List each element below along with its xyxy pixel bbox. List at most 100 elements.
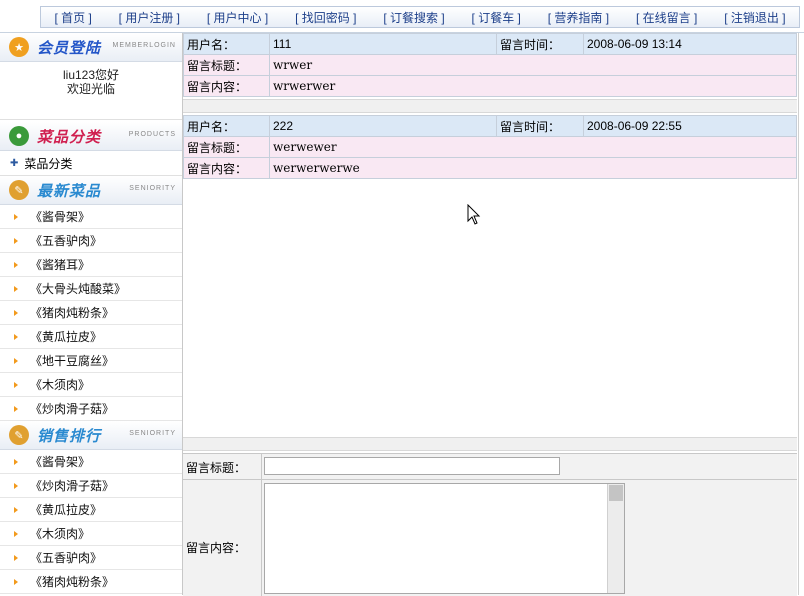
arrow-icon <box>14 261 18 268</box>
arrow-icon <box>14 554 18 561</box>
textarea-scrollbar[interactable] <box>607 484 624 593</box>
sales-header: ✎ 销售排行 SENIORITY <box>0 421 182 450</box>
sales-item-label: 《黄瓜拉皮》 <box>30 503 103 517</box>
pencil-icon: ✎ <box>9 425 29 445</box>
dish-icon: ● <box>9 126 29 146</box>
newest-item-label: 《黄瓜拉皮》 <box>30 330 103 344</box>
welcome-text: 欢迎光临 <box>66 82 115 96</box>
nav-user-center[interactable]: [ 用户中心 ] <box>207 9 268 26</box>
form-content-label: 留言内容： <box>186 541 247 555</box>
message-user: 222 <box>269 115 497 137</box>
message-title-input[interactable] <box>264 457 560 475</box>
message-content: werwerwerwe <box>269 157 797 179</box>
newest-item-label: 《木须肉》 <box>30 378 91 392</box>
username-label: 用户名： <box>183 115 270 137</box>
message-content-textarea[interactable] <box>264 483 625 594</box>
content-label: 留言内容： <box>183 157 270 179</box>
sales-item[interactable]: 《炒肉滑子菇》 <box>0 474 182 498</box>
newest-item-label: 《猪肉炖粉条》 <box>30 306 115 320</box>
content-label: 留言内容： <box>183 75 270 97</box>
message-form: 留言标题： 留言内容： <box>183 453 797 596</box>
sales-item-label: 《炒肉滑子菇》 <box>30 479 115 493</box>
newest-item[interactable]: 《五香驴肉》 <box>0 229 182 253</box>
nav-nutrition-guide[interactable]: [ 营养指南 ] <box>548 9 609 26</box>
nav-online-message[interactable]: [ 在线留言 ] <box>636 9 697 26</box>
newest-item-label: 《地干豆腐丝》 <box>30 354 115 368</box>
sales-item-label: 《猪肉炖粉条》 <box>30 575 115 589</box>
message-separator <box>183 99 797 113</box>
message-title: werwewer <box>269 136 797 158</box>
category-item-label: 菜品分类 <box>24 156 73 171</box>
newest-header: ✎ 最新菜品 SENIORITY <box>0 176 182 205</box>
newest-item[interactable]: 《酱猪耳》 <box>0 253 182 277</box>
top-nav-bar: [ 首页 ] [ 用户注册 ] [ 用户中心 ] [ 找回密码 ] [ 订餐搜索… <box>0 0 804 33</box>
welcome-box: liu123您好 欢迎光临 <box>0 62 182 120</box>
nav-home[interactable]: [ 首页 ] <box>54 9 91 26</box>
nav-order-search[interactable]: [ 订餐搜索 ] <box>383 9 444 26</box>
nav-register[interactable]: [ 用户注册 ] <box>119 9 180 26</box>
arrow-icon <box>14 578 18 585</box>
arrow-icon <box>14 309 18 316</box>
category-subtitle: PRODUCTS <box>128 131 176 138</box>
sales-item-label: 《木须肉》 <box>30 527 91 541</box>
sidebar: ★ 会员登陆 MEMBERLOGIN liu123您好 欢迎光临 ● 菜品分类 … <box>0 33 183 595</box>
newest-item-label: 《炒肉滑子菇》 <box>30 402 115 416</box>
form-title-label: 留言标题： <box>186 461 247 475</box>
top-nav: [ 首页 ] [ 用户注册 ] [ 用户中心 ] [ 找回密码 ] [ 订餐搜索… <box>40 6 800 28</box>
newest-item[interactable]: 《木须肉》 <box>0 373 182 397</box>
arrow-icon <box>14 405 18 412</box>
newest-item[interactable]: 《炒肉滑子菇》 <box>0 397 182 421</box>
arrow-icon <box>14 357 18 364</box>
time-label: 留言时间： <box>496 33 584 55</box>
newest-item-label: 《酱骨架》 <box>30 210 91 224</box>
member-login-title: 会员登陆 <box>37 39 102 57</box>
sales-item[interactable]: 《五香驴肉》 <box>0 546 182 570</box>
sales-item[interactable]: 《酱骨架》 <box>0 450 182 474</box>
newest-item[interactable]: 《黄瓜拉皮》 <box>0 325 182 349</box>
pencil-icon: ✎ <box>9 180 29 200</box>
category-title: 菜品分类 <box>37 128 102 146</box>
arrow-icon <box>14 458 18 465</box>
arrow-icon <box>14 381 18 388</box>
newest-title: 最新菜品 <box>37 182 102 200</box>
newest-item[interactable]: 《猪肉炖粉条》 <box>0 301 182 325</box>
newest-item[interactable]: 《大骨头炖酸菜》 <box>0 277 182 301</box>
sales-item-label: 《五香驴肉》 <box>30 551 103 565</box>
form-separator <box>183 437 797 451</box>
newest-item-label: 《五香驴肉》 <box>30 234 103 248</box>
arrow-icon <box>14 333 18 340</box>
welcome-user: liu123您好 <box>62 68 120 82</box>
message-time: 2008-06-09 22:55 <box>583 115 797 137</box>
scrollbar-thumb[interactable] <box>609 485 623 501</box>
message-time: 2008-06-09 13:14 <box>583 33 797 55</box>
arrow-icon <box>14 285 18 292</box>
title-label: 留言标题： <box>183 136 270 158</box>
arrow-icon <box>14 530 18 537</box>
category-header: ● 菜品分类 PRODUCTS <box>0 122 182 151</box>
message-user: 111 <box>269 33 497 55</box>
message-title: wrwer <box>269 54 797 76</box>
arrow-icon <box>14 237 18 244</box>
nav-recover-password[interactable]: [ 找回密码 ] <box>295 9 356 26</box>
arrow-icon <box>14 213 18 220</box>
newest-item-label: 《大骨头炖酸菜》 <box>30 282 127 296</box>
message-content: wrwerwer <box>269 75 797 97</box>
sales-item[interactable]: 《黄瓜拉皮》 <box>0 498 182 522</box>
category-item[interactable]: ✚ 菜品分类 <box>0 151 182 176</box>
member-login-subtitle: MEMBERLOGIN <box>112 42 176 49</box>
message-card: 用户名： 222 留言时间： 2008-06-09 22:55 留言标题： we… <box>183 115 797 179</box>
page-right-edge <box>798 33 804 595</box>
newest-item[interactable]: 《地干豆腐丝》 <box>0 349 182 373</box>
username-label: 用户名： <box>183 33 270 55</box>
sales-item[interactable]: 《木须肉》 <box>0 522 182 546</box>
arrow-icon <box>14 506 18 513</box>
sales-title: 销售排行 <box>37 427 102 445</box>
main-content: 用户名： 111 留言时间： 2008-06-09 13:14 留言标题： wr… <box>183 33 798 596</box>
message-card: 用户名： 111 留言时间： 2008-06-09 13:14 留言标题： wr… <box>183 33 797 97</box>
newest-item[interactable]: 《酱骨架》 <box>0 205 182 229</box>
form-title-row: 留言标题： <box>183 454 797 480</box>
sales-item[interactable]: 《猪肉炖粉条》 <box>0 570 182 594</box>
nav-logout[interactable]: [ 注销退出 ] <box>724 9 785 26</box>
nav-cart[interactable]: [ 订餐车 ] <box>472 9 521 26</box>
arrow-icon <box>14 482 18 489</box>
